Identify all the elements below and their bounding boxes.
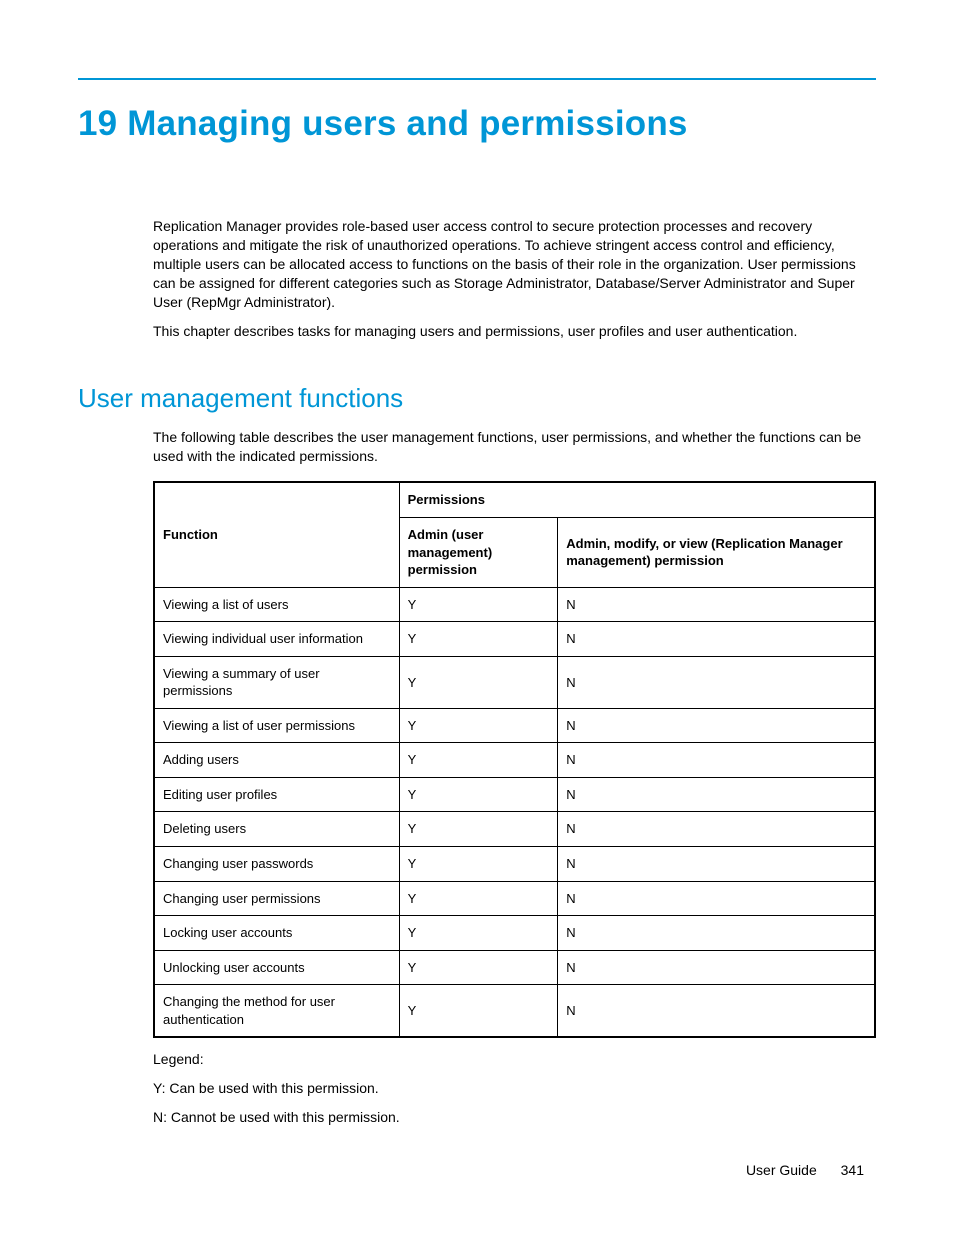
cell-admin-modify-view: N	[558, 985, 875, 1038]
cell-admin-modify-view: N	[558, 847, 875, 882]
legend-y: Y: Can be used with this permission.	[153, 1079, 876, 1098]
table-row: Changing user permissionsYN	[154, 881, 875, 916]
cell-admin-modify-view: N	[558, 656, 875, 708]
cell-function: Editing user profiles	[154, 777, 399, 812]
table-header-admin-modify-view: Admin, modify, or view (Replication Mana…	[558, 518, 875, 588]
cell-admin-user: Y	[399, 812, 558, 847]
cell-function: Locking user accounts	[154, 916, 399, 951]
chapter-title: 19 Managing users and permissions	[78, 100, 876, 147]
table-row: Changing user passwordsYN	[154, 847, 875, 882]
cell-admin-user: Y	[399, 708, 558, 743]
cell-admin-user: Y	[399, 656, 558, 708]
cell-admin-user: Y	[399, 847, 558, 882]
cell-admin-user: Y	[399, 777, 558, 812]
table-header-function: Function	[154, 482, 399, 587]
cell-function: Viewing individual user information	[154, 622, 399, 657]
footer-doc-name: User Guide	[746, 1162, 817, 1178]
table-row: Editing user profilesYN	[154, 777, 875, 812]
cell-admin-modify-view: N	[558, 812, 875, 847]
cell-admin-modify-view: N	[558, 622, 875, 657]
legend-n: N: Cannot be used with this permission.	[153, 1108, 876, 1127]
section-intro: The following table describes the user m…	[153, 428, 876, 466]
cell-function: Changing user passwords	[154, 847, 399, 882]
cell-function: Adding users	[154, 743, 399, 778]
cell-admin-modify-view: N	[558, 743, 875, 778]
page-footer: User Guide 341	[746, 1161, 864, 1180]
cell-admin-modify-view: N	[558, 708, 875, 743]
section-title: User management functions	[78, 381, 876, 416]
cell-function: Viewing a summary of user permissions	[154, 656, 399, 708]
cell-admin-modify-view: N	[558, 916, 875, 951]
table-row: Viewing individual user informationYN	[154, 622, 875, 657]
table-row: Unlocking user accountsYN	[154, 950, 875, 985]
cell-admin-user: Y	[399, 743, 558, 778]
cell-function: Viewing a list of users	[154, 587, 399, 622]
cell-function: Viewing a list of user permissions	[154, 708, 399, 743]
legend-title: Legend:	[153, 1050, 876, 1069]
cell-admin-user: Y	[399, 950, 558, 985]
table-row: Viewing a list of usersYN	[154, 587, 875, 622]
intro-paragraph-1: Replication Manager provides role-based …	[153, 217, 876, 311]
intro-paragraph-2: This chapter describes tasks for managin…	[153, 322, 876, 341]
cell-function: Deleting users	[154, 812, 399, 847]
cell-admin-modify-view: N	[558, 950, 875, 985]
table-row: Adding usersYN	[154, 743, 875, 778]
footer-page-number: 341	[841, 1162, 864, 1178]
table-row: Changing the method for user authenticat…	[154, 985, 875, 1038]
cell-admin-modify-view: N	[558, 587, 875, 622]
table-row: Locking user accountsYN	[154, 916, 875, 951]
cell-function: Unlocking user accounts	[154, 950, 399, 985]
cell-admin-user: Y	[399, 881, 558, 916]
table-header-admin-user: Admin (user management) permission	[399, 518, 558, 588]
table-row: Viewing a list of user permissionsYN	[154, 708, 875, 743]
cell-admin-user: Y	[399, 916, 558, 951]
table-row: Deleting usersYN	[154, 812, 875, 847]
cell-function: Changing the method for user authenticat…	[154, 985, 399, 1038]
cell-admin-user: Y	[399, 587, 558, 622]
cell-admin-user: Y	[399, 985, 558, 1038]
cell-admin-modify-view: N	[558, 881, 875, 916]
table-header-permissions: Permissions	[399, 482, 875, 517]
cell-function: Changing user permissions	[154, 881, 399, 916]
cell-admin-modify-view: N	[558, 777, 875, 812]
table-row: Viewing a summary of user permissionsYN	[154, 656, 875, 708]
cell-admin-user: Y	[399, 622, 558, 657]
permissions-table: Function Permissions Admin (user managem…	[153, 481, 876, 1038]
legend: Legend: Y: Can be used with this permiss…	[153, 1050, 876, 1127]
